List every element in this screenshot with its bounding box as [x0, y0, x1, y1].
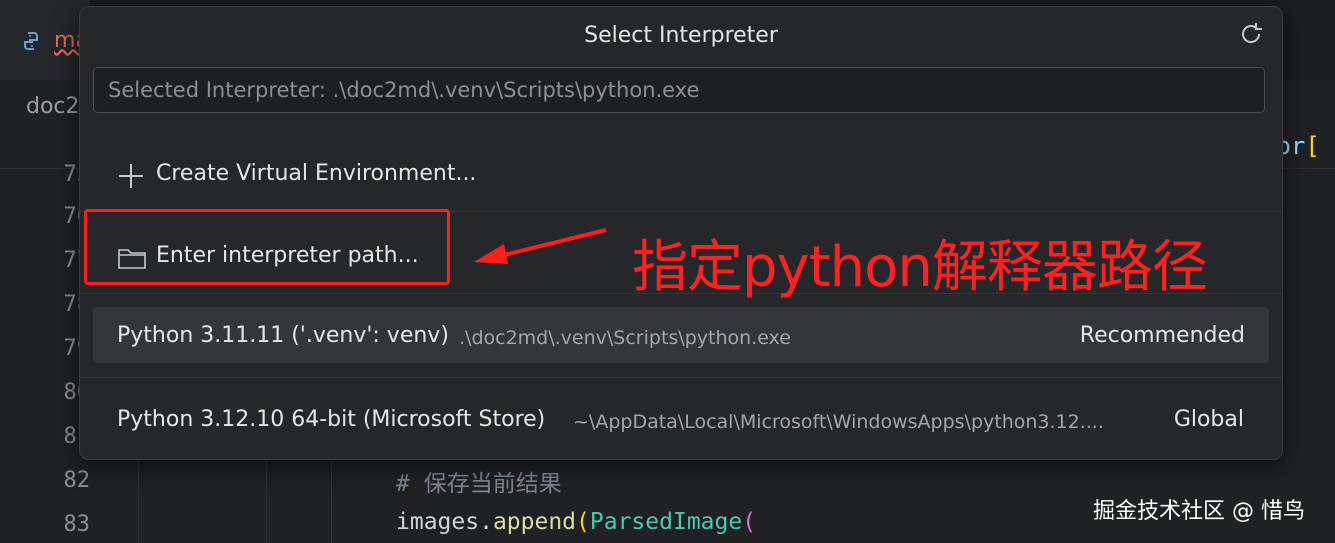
create-virtual-environment-item[interactable]: Create Virtual Environment...	[80, 143, 1282, 207]
item-label: Python 3.11.11 ('.venv': venv)	[117, 323, 449, 348]
item-badge: Recommended	[1079, 323, 1245, 348]
breadcrumb-item[interactable]: doc2	[26, 94, 80, 119]
code-paren: (	[742, 509, 757, 535]
code-line: images.append(ParsedImage(	[396, 509, 756, 535]
python-file-icon	[24, 32, 38, 50]
interpreter-item-python-3-12[interactable]: Python 3.12.10 64-bit (Microsoft Store) …	[80, 389, 1282, 453]
annotation-text: 指定python解释器路径	[632, 235, 1208, 300]
interpreter-item-python-3-11[interactable]: Python 3.11.11 ('.venv': venv) .\doc2md\…	[93, 307, 1269, 363]
code-fragment-bracket: [	[1305, 132, 1320, 160]
plus-icon	[119, 164, 143, 188]
item-badge: Global	[1173, 407, 1244, 432]
arrow-icon	[474, 228, 607, 264]
line-number: 83	[63, 512, 91, 537]
interpreter-search-input[interactable]	[93, 67, 1265, 113]
refresh-icon[interactable]	[1236, 19, 1266, 49]
item-description: ~\AppData\Local\Microsoft\WindowsApps\py…	[573, 411, 1104, 433]
line-number: 82	[63, 468, 91, 493]
item-label: Python 3.12.10 64-bit (Microsoft Store)	[117, 407, 546, 432]
watermark: 掘金技术社区 @ 惜鸟	[1093, 499, 1305, 524]
item-description: .\doc2md\.venv\Scripts\python.exe	[459, 327, 791, 349]
code-function: append	[492, 509, 577, 535]
editor-tab[interactable]: ma	[0, 0, 90, 80]
quick-pick-title: Select Interpreter	[584, 23, 778, 48]
highlight-box	[84, 209, 450, 285]
item-label: Create Virtual Environment...	[156, 161, 477, 186]
code-identifier: images.	[396, 509, 493, 535]
code-class: ParsedImage	[589, 509, 743, 535]
code-comment: # 保存当前结果	[396, 471, 562, 497]
code-paren: (	[576, 509, 590, 535]
separator	[80, 377, 1282, 378]
